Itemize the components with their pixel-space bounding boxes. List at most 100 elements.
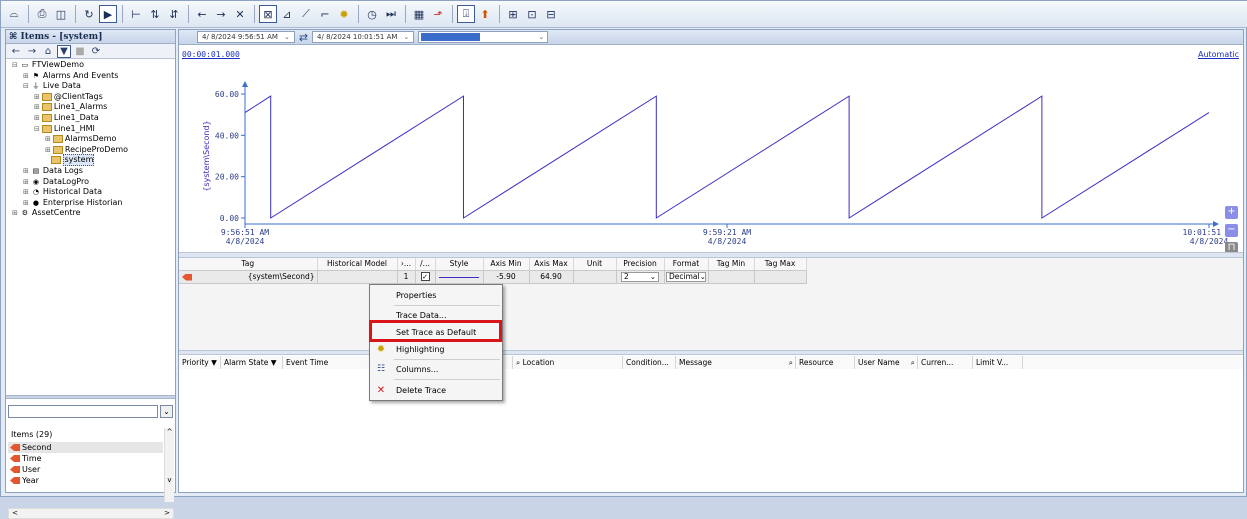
folder-up-icon[interactable]: ⌂	[41, 46, 55, 57]
menu-item-delete-trace[interactable]: ✕ Delete Trace	[370, 382, 502, 398]
collapse-icon[interactable]: ⊟	[12, 60, 18, 70]
chevron-down-icon[interactable]: ⌄	[538, 33, 544, 41]
start-time-picker[interactable]: 4/ 8/2024 9:56:51 AM ⌄	[197, 31, 295, 43]
scroll-right-icon[interactable]: >	[164, 509, 170, 518]
clock-icon[interactable]: ◷	[363, 5, 381, 23]
pen-axis-min-cell[interactable]: -5.90	[483, 270, 530, 284]
expand-icon[interactable]: ⊞	[23, 166, 29, 176]
tree-node[interactable]: system	[45, 154, 95, 167]
left-splitter[interactable]	[6, 395, 175, 399]
precision-select[interactable]: 2 ⌄	[621, 271, 659, 282]
visible-checkbox[interactable]: ✓	[420, 272, 430, 281]
pen-format-cell[interactable]: Decimal ⌄	[664, 270, 709, 284]
tree-node[interactable]: ⊟ Line1_HMI	[34, 124, 95, 134]
back-icon[interactable]: ←	[193, 5, 211, 23]
stop-square-icon[interactable]: ■	[73, 46, 87, 57]
col-tag[interactable]: Tag	[179, 258, 318, 271]
bulb-icon[interactable]: ✹	[335, 5, 353, 23]
expand-icon[interactable]: ⊞	[45, 134, 51, 144]
col-precision[interactable]: Precision	[616, 258, 665, 271]
col-historical-model[interactable]: Historical Model	[317, 258, 398, 271]
highlight-icon[interactable]: ⬆	[476, 5, 494, 23]
grid-alarm-splitter[interactable]	[179, 350, 1243, 355]
stop-icon[interactable]: ✕	[231, 5, 249, 23]
col-visible[interactable]: /...	[415, 258, 436, 271]
export-icon[interactable]: ⊞	[504, 5, 522, 23]
tree-node[interactable]: ⊞ Line1_Alarms	[34, 102, 107, 112]
item-search-input[interactable]	[8, 405, 158, 418]
col-tag-max[interactable]: Tag Max	[754, 258, 807, 271]
col-current[interactable]: Curren...	[918, 356, 973, 369]
pan-icon[interactable]: ◫	[52, 5, 70, 23]
pen-tag-cell[interactable]: {system\Second}	[179, 270, 318, 284]
pen-tag-min-cell[interactable]	[708, 270, 755, 284]
play-icon[interactable]: ▶	[99, 5, 117, 23]
format-select[interactable]: Decimal ⌄	[666, 271, 706, 282]
expand-icon[interactable]: ⊞	[23, 198, 29, 208]
duration-select[interactable]: XXXXXXXXXXX ⌄	[418, 31, 549, 43]
chart-settings-icon[interactable]: ⊟	[542, 5, 560, 23]
search-icon[interactable]: ⌕	[911, 356, 915, 369]
trend-duration-link[interactable]: 00:00:01.000	[182, 50, 240, 59]
tree-node[interactable]: ⊞ AlarmsDemo	[45, 134, 116, 144]
range-icon[interactable]: ⊢	[127, 5, 145, 23]
sync-icon[interactable]: ⟳	[89, 46, 103, 57]
swap-range-icon[interactable]: ⇄	[299, 31, 308, 44]
list-item[interactable]: Time	[8, 453, 163, 464]
pens-icon[interactable]: ⬏	[429, 5, 447, 23]
zoom-in-icon[interactable]: +	[1225, 206, 1238, 219]
expand-icon[interactable]: ⊞	[12, 208, 18, 218]
list-item[interactable]: User	[8, 464, 163, 475]
menu-item-highlighting[interactable]: ✹ Highlighting	[370, 341, 502, 357]
print-icon[interactable]: ⎙	[33, 5, 51, 23]
tree-node[interactable]: ⊟ ▭ FTViewDemo	[12, 60, 84, 70]
chevron-down-icon[interactable]: ⌄	[650, 272, 656, 281]
pen-index-cell[interactable]: 1	[397, 270, 416, 284]
area-chart-icon[interactable]: ⊿	[278, 5, 296, 23]
col-condition[interactable]: Condition...	[623, 356, 676, 369]
col-tag-min[interactable]: Tag Min	[708, 258, 755, 271]
chevron-down-icon[interactable]: ⌄	[700, 272, 706, 281]
step-chart-icon[interactable]: ⌐	[316, 5, 334, 23]
new-icon[interactable]: ⌓	[5, 5, 23, 23]
collapse-icon[interactable]: ⊟	[23, 81, 29, 91]
refresh-icon[interactable]: ↻	[80, 5, 98, 23]
items-vertical-scrollbar[interactable]: ^ v	[164, 428, 174, 502]
forward-icon[interactable]: →	[212, 5, 230, 23]
autoscale-icon[interactable]: ⇵	[165, 5, 183, 23]
forward-arrow-icon[interactable]: →	[25, 46, 39, 57]
tree-node[interactable]: ⊞ ◉ DataLogPro	[23, 177, 89, 187]
pen-historical-model-cell[interactable]	[317, 270, 398, 284]
end-time-picker[interactable]: 4/ 8/2024 10:01:51 AM ⌄	[312, 31, 415, 43]
scale-mode-link[interactable]: Automatic	[1198, 50, 1239, 59]
filter-icon[interactable]: ▼	[57, 44, 71, 58]
collapse-icon[interactable]: ⊟	[34, 124, 40, 134]
col-priority[interactable]: Priority ▼	[179, 356, 221, 369]
back-arrow-icon[interactable]: ←	[9, 46, 23, 57]
filter-icon[interactable]: ▼	[271, 358, 277, 367]
pen-unit-cell[interactable]	[573, 270, 617, 284]
chevron-down-icon[interactable]: ⌄	[284, 32, 290, 42]
expand-icon[interactable]: ⊞	[34, 113, 40, 123]
chevron-down-icon[interactable]: ⌄	[403, 32, 409, 42]
menu-item-properties[interactable]: Properties	[370, 287, 502, 303]
tree-node[interactable]: ⊞ ⚑ Alarms And Events	[23, 71, 118, 81]
col-unit[interactable]: Unit	[573, 258, 617, 271]
rescale-icon[interactable]: ⇅	[146, 5, 164, 23]
expand-icon[interactable]: ⊞	[23, 71, 29, 81]
expand-icon[interactable]: ⊞	[23, 177, 29, 187]
expand-icon[interactable]: ⊞	[45, 145, 51, 155]
tree-node[interactable]: ⊞ @ClientTags	[34, 92, 103, 102]
zoom-out-icon[interactable]: −	[1225, 224, 1238, 237]
col-index[interactable]: ›...	[397, 258, 416, 271]
chart-icon[interactable]: ⊠	[259, 5, 277, 23]
col-resource[interactable]: Resource	[796, 356, 855, 369]
items-horizontal-scrollbar[interactable]: < >	[8, 508, 174, 519]
col-message[interactable]: Message ⌕	[676, 356, 796, 369]
filter-icon[interactable]: ▼	[211, 358, 217, 367]
col-location[interactable]: ⌕ Location	[513, 356, 623, 369]
list-item[interactable]: Second	[8, 442, 163, 453]
tree-node[interactable]: ⊞ ⚙ AssetCentre	[12, 208, 81, 218]
trend-chart[interactable]: 60.00 40.00 20.00 0.00 {system\Second} 9:56:5…	[179, 46, 1243, 255]
grid-icon[interactable]: ▦	[410, 5, 428, 23]
